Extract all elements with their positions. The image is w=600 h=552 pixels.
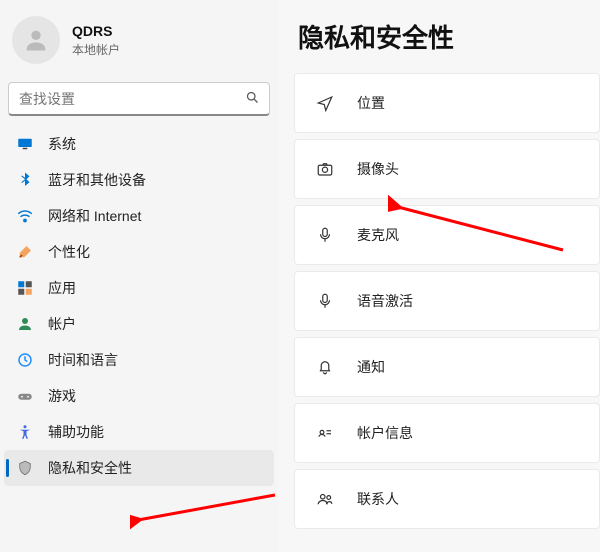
search-wrap	[8, 82, 270, 116]
card-label: 摄像头	[357, 159, 399, 179]
bell-icon	[315, 357, 335, 377]
card-label: 联系人	[357, 489, 399, 509]
sidebar-item-accessibility[interactable]: 辅助功能	[4, 414, 274, 450]
sidebar-item-label: 帐户	[48, 314, 76, 334]
sidebar-item-label: 应用	[48, 278, 76, 298]
sidebar-item-system[interactable]: 系统	[4, 126, 274, 162]
sidebar-item-bluetooth[interactable]: 蓝牙和其他设备	[4, 162, 274, 198]
card-label: 语音激活	[357, 291, 413, 311]
card-notifications[interactable]: 通知	[294, 337, 600, 397]
card-voice-activation[interactable]: 语音激活	[294, 271, 600, 331]
sidebar-item-label: 游戏	[48, 386, 76, 406]
person-icon	[16, 315, 34, 333]
id-card-icon	[315, 423, 335, 443]
gamepad-icon	[16, 387, 34, 405]
nav-list: 系统 蓝牙和其他设备 网络和 Internet 个性化 应用 帐户 时间和语言	[4, 126, 274, 486]
card-account-info[interactable]: 帐户信息	[294, 403, 600, 463]
search-input[interactable]	[8, 82, 270, 116]
settings-card-list: 位置 摄像头 麦克风 语音激活 通知 帐户信息 联系人	[294, 73, 600, 529]
sidebar-item-label: 隐私和安全性	[48, 458, 132, 478]
account-type: 本地帐户	[72, 41, 120, 58]
card-location[interactable]: 位置	[294, 73, 600, 133]
sidebar: QDRS 本地帐户 系统 蓝牙和其他设备 网络和 Internet 个性化 应用	[0, 0, 278, 552]
bluetooth-icon	[16, 171, 34, 189]
account-text: QDRS 本地帐户	[72, 23, 120, 58]
card-camera[interactable]: 摄像头	[294, 139, 600, 199]
sidebar-item-gaming[interactable]: 游戏	[4, 378, 274, 414]
shield-icon	[16, 459, 34, 477]
sidebar-item-personalization[interactable]: 个性化	[4, 234, 274, 270]
sidebar-item-label: 个性化	[48, 242, 90, 262]
apps-icon	[16, 279, 34, 297]
sidebar-item-label: 辅助功能	[48, 422, 104, 442]
brush-icon	[16, 243, 34, 261]
card-microphone[interactable]: 麦克风	[294, 205, 600, 265]
card-label: 帐户信息	[357, 423, 413, 443]
sidebar-item-privacy[interactable]: 隐私和安全性	[4, 450, 274, 486]
card-label: 位置	[357, 93, 385, 113]
sidebar-item-label: 系统	[48, 134, 76, 154]
accessibility-icon	[16, 423, 34, 441]
sidebar-item-label: 蓝牙和其他设备	[48, 170, 146, 190]
voice-icon	[315, 291, 335, 311]
display-icon	[16, 135, 34, 153]
globe-clock-icon	[16, 351, 34, 369]
account-block[interactable]: QDRS 本地帐户	[4, 8, 274, 78]
avatar	[12, 16, 60, 64]
main-panel: 隐私和安全性 位置 摄像头 麦克风 语音激活 通知 帐户信息 联系人	[278, 0, 600, 552]
mic-icon	[315, 225, 335, 245]
page-title: 隐私和安全性	[298, 18, 600, 55]
account-name: QDRS	[72, 23, 120, 39]
sidebar-item-apps[interactable]: 应用	[4, 270, 274, 306]
wifi-icon	[16, 207, 34, 225]
sidebar-item-time-language[interactable]: 时间和语言	[4, 342, 274, 378]
card-label: 通知	[357, 357, 385, 377]
card-contacts[interactable]: 联系人	[294, 469, 600, 529]
contacts-icon	[315, 489, 335, 509]
sidebar-item-network[interactable]: 网络和 Internet	[4, 198, 274, 234]
sidebar-item-label: 时间和语言	[48, 350, 118, 370]
location-icon	[315, 93, 335, 113]
card-label: 麦克风	[357, 225, 399, 245]
camera-icon	[315, 159, 335, 179]
sidebar-item-label: 网络和 Internet	[48, 206, 141, 226]
sidebar-item-accounts[interactable]: 帐户	[4, 306, 274, 342]
